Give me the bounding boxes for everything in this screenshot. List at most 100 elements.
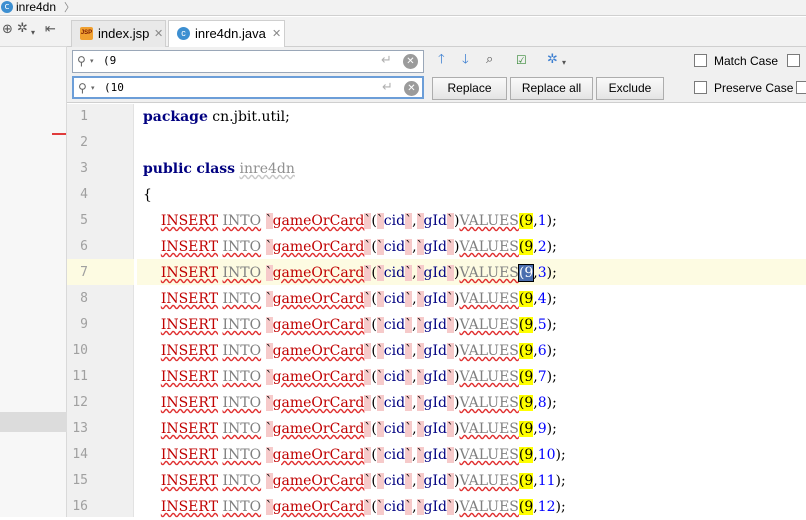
table-name: gameOrCard (272, 343, 365, 359)
search-icon[interactable]: ⚲ (78, 81, 87, 95)
comma: , (412, 317, 417, 333)
sql-keyword: INTO (222, 395, 262, 411)
replace-input[interactable]: (10 (104, 80, 124, 96)
code-line-9[interactable]: INSERT INTO `gameOrCard`(`cid`,`gId`)VAL… (143, 312, 557, 338)
column-name: gId (423, 265, 447, 281)
preserve-case-checkbox[interactable] (694, 81, 707, 94)
tab-inre4dn-java[interactable]: c inre4dn.java ✕ (168, 20, 285, 48)
code-line-3[interactable]: public class inre4dn (143, 156, 295, 182)
search-match: (9 (518, 421, 534, 437)
backtick: ` (376, 499, 384, 515)
code-line-5[interactable]: INSERT INTO `gameOrCard`(`cid`,`gId`)VAL… (143, 208, 557, 234)
line-number: 13 (72, 421, 88, 436)
column-name: gId (423, 473, 447, 489)
code-line-13[interactable]: INSERT INTO `gameOrCard`(`cid`,`gId`)VAL… (143, 416, 557, 442)
close-icon[interactable]: ✕ (272, 21, 281, 47)
code-line-14[interactable]: INSERT INTO `gameOrCard`(`cid`,`gId`)VAL… (143, 442, 566, 468)
clear-icon[interactable]: ✕ (404, 81, 419, 96)
backtick: ` (416, 213, 424, 229)
number-value: 12 (537, 499, 556, 515)
tab-index-jsp[interactable]: JSP index.jsp ✕ (71, 20, 166, 47)
sql-keyword: VALUES (459, 473, 519, 489)
breadcrumb-item[interactable]: inre4dn (16, 0, 56, 15)
gear-icon[interactable]: ✲ (547, 52, 558, 68)
close-icon[interactable]: ✕ (154, 21, 163, 47)
code-line-1[interactable]: package cn.jbit.util; (143, 104, 290, 130)
backtick: ` (265, 317, 273, 333)
dropdown-arrow-icon[interactable]: ▾ (562, 55, 566, 71)
sql-keyword: VALUES (459, 343, 519, 359)
column-name: gId (423, 395, 447, 411)
table-name: gameOrCard (272, 265, 365, 281)
replace-field[interactable]: ⚲ ▾ (10 ↵ ✕ (72, 76, 424, 99)
sql-keyword: INTO (222, 317, 262, 333)
backtick: ` (265, 291, 273, 307)
code-line-11[interactable]: INSERT INTO `gameOrCard`(`cid`,`gId`)VAL… (143, 364, 557, 390)
target-icon[interactable]: ⊕ (2, 23, 13, 37)
backtick: ` (416, 369, 424, 385)
code-line-10[interactable]: INSERT INTO `gameOrCard`(`cid`,`gId`)VAL… (143, 338, 557, 364)
backtick: ` (376, 213, 384, 229)
find-all-icon[interactable]: ⌕ (486, 52, 493, 68)
keyword: class (196, 161, 236, 177)
search-field[interactable]: ⚲ ▾ (9 ↵ ✕ (72, 50, 424, 73)
number-value: 11 (537, 473, 556, 489)
paren: ( (371, 447, 377, 463)
error-marker (52, 133, 66, 135)
sql-keyword: INTO (222, 291, 262, 307)
table-name: gameOrCard (272, 395, 365, 411)
line-number: 3 (80, 161, 88, 176)
sql-keyword: INTO (222, 421, 262, 437)
hide-panel-icon[interactable]: ⇤ (45, 23, 56, 37)
sql-keyword: INTO (222, 447, 262, 463)
selected-tree-row[interactable] (0, 412, 67, 432)
search-match: (9 (517, 264, 535, 282)
selection-only-checkbox[interactable] (796, 81, 806, 94)
search-icon[interactable]: ⚲ (77, 54, 86, 68)
exclude-button[interactable]: Exclude (596, 77, 664, 100)
code-line-12[interactable]: INSERT INTO `gameOrCard`(`cid`,`gId`)VAL… (143, 390, 557, 416)
new-line-icon[interactable]: ↵ (381, 52, 392, 70)
words-checkbox[interactable] (787, 54, 800, 67)
search-match: (9 (518, 317, 534, 333)
editor-tab-bar: JSP index.jsp ✕ c inre4dn.java ✕ (67, 17, 806, 48)
search-match: (9 (518, 213, 534, 229)
code-line-7[interactable]: INSERT INTO `gameOrCard`(`cid`,`gId`)VAL… (143, 260, 557, 286)
search-match: (9 (518, 239, 534, 255)
gear-icon[interactable]: ✲ (17, 22, 28, 36)
search-match: (9 (518, 343, 534, 359)
replace-all-button[interactable]: Replace all (510, 77, 593, 100)
new-line-icon[interactable]: ↵ (382, 79, 393, 97)
select-all-occurrences-icon[interactable]: ☑ (516, 52, 527, 68)
code-line-15[interactable]: INSERT INTO `gameOrCard`(`cid`,`gId`)VAL… (143, 468, 566, 494)
search-match: (9 (518, 447, 534, 463)
project-panel: ⊕ ✲ ▾ ⇤ (0, 17, 67, 517)
sql-keyword: INSERT (160, 499, 219, 515)
previous-occurrence-icon[interactable]: 🡑 (438, 52, 445, 68)
code-line-8[interactable]: INSERT INTO `gameOrCard`(`cid`,`gId`)VAL… (143, 286, 557, 312)
code-line-4[interactable]: { (143, 182, 152, 208)
next-occurrence-icon[interactable]: 🡓 (462, 52, 469, 68)
statement-end: ); (546, 395, 557, 411)
dropdown-arrow-icon[interactable]: ▾ (31, 26, 35, 40)
search-history-dropdown-icon[interactable]: ▾ (90, 55, 94, 67)
backtick: ` (447, 265, 454, 281)
java-class-icon: c (177, 27, 190, 40)
match-case-checkbox[interactable] (694, 54, 707, 67)
comma: , (412, 369, 417, 385)
code-line-6[interactable]: INSERT INTO `gameOrCard`(`cid`,`gId`)VAL… (143, 234, 557, 260)
comma: , (412, 265, 417, 281)
backtick: ` (376, 421, 384, 437)
replace-button[interactable]: Replace (432, 77, 507, 100)
clear-icon[interactable]: ✕ (403, 54, 418, 69)
sql-keyword: VALUES (459, 499, 519, 515)
backtick: ` (447, 395, 454, 411)
code-line-16[interactable]: INSERT INTO `gameOrCard`(`cid`,`gId`)VAL… (143, 494, 566, 520)
replace-history-dropdown-icon[interactable]: ▾ (91, 82, 95, 94)
column-name: gId (423, 499, 447, 515)
table-name: gameOrCard (272, 369, 365, 385)
search-input[interactable]: (9 (103, 53, 116, 69)
backtick: ` (416, 343, 424, 359)
backtick: ` (416, 291, 424, 307)
number-value: 9 (537, 421, 547, 437)
